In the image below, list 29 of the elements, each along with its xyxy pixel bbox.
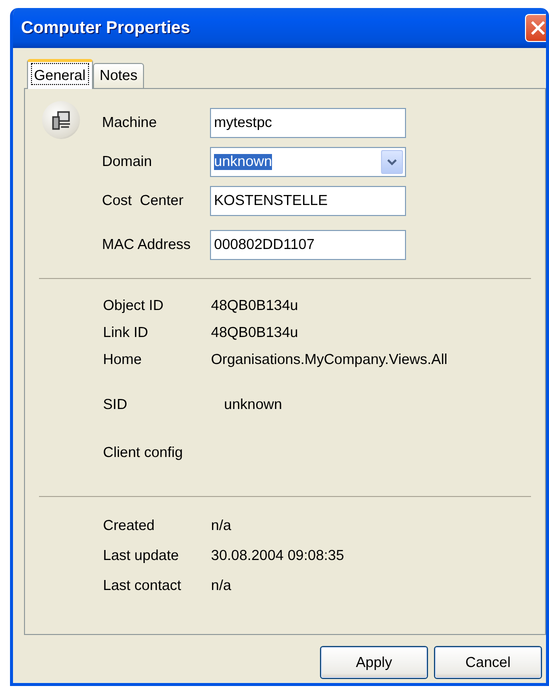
field-label: Machine <box>102 115 158 131</box>
info-label: SID <box>103 397 128 413</box>
tab[interactable]: Notes <box>92 63 144 89</box>
dialog-button[interactable]: Cancel <box>434 646 542 679</box>
tab[interactable]: General <box>27 59 93 89</box>
info-label: Object ID <box>103 298 164 314</box>
field-label: Cost Center <box>102 193 184 209</box>
info-value: 30.08.2004 09:08:35 <box>211 548 344 564</box>
input-field[interactable]: 000802DD1107 <box>210 230 406 260</box>
window-title: Computer Properties <box>21 18 190 38</box>
info-label: Client config <box>103 445 184 461</box>
info-value: n/a <box>211 578 232 594</box>
field-label: Domain <box>102 154 153 170</box>
dialog-button[interactable]: Apply <box>320 646 428 679</box>
info-value: 48QB0B134u <box>211 298 298 314</box>
dropdown-value: unknown <box>214 154 272 170</box>
info-value: n/a <box>211 518 232 534</box>
info-value: Organisations.MyCompany.Views.All <box>211 352 448 368</box>
info-value: unknown <box>224 397 282 413</box>
info-label: Link ID <box>103 325 150 341</box>
info-label: Home <box>103 352 143 368</box>
info-label: Created <box>103 518 156 534</box>
info-label: Last update <box>103 548 180 564</box>
info-label: Last contact <box>103 578 182 594</box>
input-field[interactable]: KOSTENSTELLE <box>210 186 406 216</box>
field-label: MAC Address <box>102 237 192 253</box>
input-field[interactable]: mytestpc <box>210 108 406 138</box>
info-value: 48QB0B134u <box>211 325 298 341</box>
domain-dropdown[interactable]: unknown <box>210 147 406 177</box>
